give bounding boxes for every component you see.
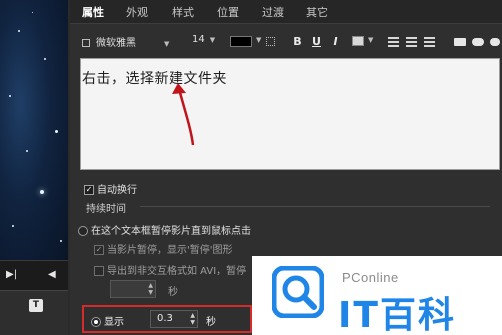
spinner-arrows-icon[interactable]: ▲ ▼ <box>148 282 153 296</box>
rectangle-shape-icon[interactable] <box>454 38 466 46</box>
auto-wrap-option[interactable]: ✓ 自动换行 <box>84 181 137 196</box>
text-color-swatch[interactable] <box>230 36 252 47</box>
starfield-preview <box>0 0 68 260</box>
bold-button[interactable]: B <box>290 33 305 50</box>
show-paused-checkbox[interactable]: ✓ <box>94 245 104 255</box>
display-duration-label: 显示 <box>104 317 124 328</box>
red-arrow-annotation <box>172 83 195 146</box>
underline-button[interactable]: U <box>309 33 324 50</box>
group-divider <box>140 206 490 207</box>
show-paused-option[interactable]: ✓ 当影片暂停，显示'暂停'图形 <box>94 241 233 256</box>
chevron-down-icon[interactable]: ▼ <box>256 36 261 44</box>
align-right-icon[interactable] <box>424 37 435 47</box>
watermark-brand-large: IT百科 <box>338 295 456 335</box>
italic-button[interactable]: I <box>328 33 343 50</box>
export-avi-label: 导出到非交互格式如 AVI，暂停 <box>107 266 247 277</box>
property-tabs: 属性 外观 样式 位置 过渡 其它 <box>70 0 502 24</box>
spinner-arrows-icon[interactable]: ▲ ▼ <box>190 312 195 326</box>
tab-properties[interactable]: 属性 <box>82 4 104 20</box>
align-center-icon[interactable] <box>406 37 417 47</box>
tab-other[interactable]: 其它 <box>306 4 328 20</box>
auto-wrap-checkbox[interactable]: ✓ <box>84 185 94 195</box>
pconline-logo-icon <box>272 266 324 318</box>
align-left-icon[interactable] <box>388 37 399 47</box>
font-size-select[interactable]: 14 ▼ <box>192 34 224 51</box>
tab-appearance[interactable]: 外观 <box>126 4 148 20</box>
export-avi-option[interactable]: 导出到非交互格式如 AVI，暂停 <box>94 262 246 277</box>
show-paused-label: 当影片暂停，显示'暂停'图形 <box>107 245 233 256</box>
chevron-down-icon: ▼ <box>209 36 216 44</box>
font-icon <box>82 39 90 47</box>
watermark-brand-small: PConline <box>342 270 399 285</box>
pause-until-click-label: 在这个文本框暂停影片直到鼠标点击 <box>91 226 251 237</box>
export-avi-checkbox[interactable] <box>94 266 104 276</box>
tab-style[interactable]: 样式 <box>172 4 194 20</box>
skip-to-end-icon[interactable]: ▶| <box>6 269 17 280</box>
rounded-shape-icon[interactable] <box>472 38 484 46</box>
text-editor[interactable]: 右击，选择新建文件夹 <box>80 58 500 170</box>
text-tool-icon[interactable]: T <box>29 299 43 312</box>
tab-position[interactable]: 位置 <box>217 4 239 20</box>
chevron-down-icon[interactable]: ▼ <box>368 36 373 44</box>
display-duration-spinner[interactable]: 0.3 ▲ ▼ <box>150 310 198 328</box>
callout-shape-icon[interactable] <box>490 38 500 46</box>
watermark: PConline IT百科 <box>252 256 502 335</box>
display-duration-option[interactable]: 显示 <box>91 313 124 328</box>
font-family-value: 微软雅黑 <box>96 38 136 49</box>
color-grid-icon[interactable] <box>266 37 275 46</box>
export-seconds-unit: 秒 <box>168 287 178 298</box>
display-duration-unit: 秒 <box>206 317 216 328</box>
chevron-down-icon: ▼ <box>164 40 170 48</box>
playback-toolbar: ▶| ◀ <box>0 260 68 290</box>
auto-wrap-label: 自动换行 <box>97 185 137 196</box>
display-duration-value[interactable]: 0.3 <box>157 313 173 324</box>
tab-transition[interactable]: 过渡 <box>262 4 284 20</box>
export-seconds-spinner[interactable]: ▲ ▼ <box>110 280 156 298</box>
background-image-icon[interactable] <box>352 36 364 46</box>
preview-panel: ▶| ◀ T <box>0 0 68 335</box>
pause-until-click-radio[interactable] <box>78 226 88 236</box>
text-format-toolbar: 微软雅黑 ▼ 14 ▼ ▼ B U I ▼ <box>70 30 502 56</box>
font-family-select[interactable]: 微软雅黑 ▼ <box>82 34 186 51</box>
font-size-value: 14 <box>192 34 205 45</box>
duration-group-title: 持续时间 <box>86 204 126 215</box>
display-duration-radio[interactable] <box>91 317 101 327</box>
pause-until-click-option[interactable]: 在这个文本框暂停影片直到鼠标点击 <box>78 222 251 237</box>
step-back-icon[interactable]: ◀ <box>48 269 56 280</box>
tool-strip: T <box>0 290 68 335</box>
